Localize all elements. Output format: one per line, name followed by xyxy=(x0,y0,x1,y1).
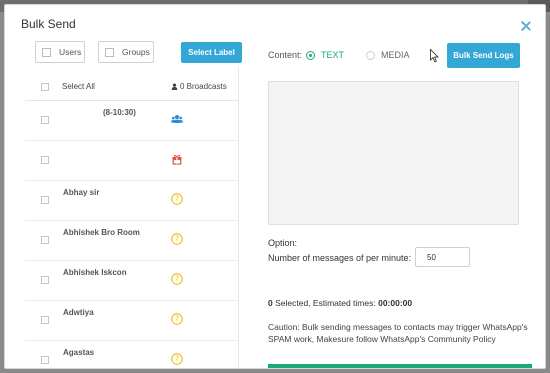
select-all-checkbox[interactable] xyxy=(41,83,49,91)
media-option-label[interactable]: MEDIA xyxy=(381,50,410,60)
help-circle-icon: ? xyxy=(171,313,183,325)
mouse-cursor-icon xyxy=(430,49,439,63)
group-icon xyxy=(171,115,183,123)
row-checkbox[interactable] xyxy=(41,156,49,164)
message-textarea[interactable] xyxy=(268,81,519,225)
content-label: Content: xyxy=(268,50,303,60)
svg-text:?: ? xyxy=(175,355,179,364)
list-item[interactable]: Adwtiya ? xyxy=(25,301,238,341)
select-all-label: Select All xyxy=(62,82,95,91)
gift-icon xyxy=(172,154,182,165)
estimated-time: 00:00:00 xyxy=(378,298,413,308)
content-type-selector: Content: TEXT MEDIA xyxy=(268,50,410,60)
list-item[interactable]: (8-10:30) xyxy=(25,101,238,141)
modal-title: Bulk Send xyxy=(21,17,76,31)
contact-name: Agastas xyxy=(63,348,95,357)
svg-text:?: ? xyxy=(175,315,179,324)
users-checkbox[interactable] xyxy=(42,47,51,57)
list-item[interactable]: Agastas ? xyxy=(25,341,238,368)
svg-text:?: ? xyxy=(175,195,179,204)
svg-text:?: ? xyxy=(175,275,179,284)
list-item[interactable]: Abhay sir ? xyxy=(25,181,238,221)
contact-name: Abhishek Iskcon xyxy=(63,268,127,277)
help-circle-icon: ? xyxy=(171,233,183,245)
select-label-button[interactable]: Select Label xyxy=(181,42,242,63)
help-circle-icon: ? xyxy=(171,193,183,205)
list-item[interactable]: Abhishek Bro Room ? xyxy=(25,221,238,261)
broadcasts-count: 0 Broadcasts xyxy=(171,82,227,91)
bulk-send-modal: Bulk Send Users Groups Select Label Sele… xyxy=(4,4,546,369)
list-header: Select All 0 Broadcasts xyxy=(25,67,238,101)
contact-name: Abhishek Bro Room xyxy=(63,228,140,237)
option-title: Option: xyxy=(268,238,298,248)
users-filter-label: Users xyxy=(59,47,82,57)
user-icon xyxy=(171,83,178,90)
row-checkbox[interactable] xyxy=(41,356,49,364)
selection-summary: 0 Selected, Estimated times: 00:00:00 xyxy=(268,298,412,308)
row-checkbox[interactable] xyxy=(41,316,49,324)
caution-text: Caution: Bulk sending messages to contac… xyxy=(268,322,528,344)
list-item[interactable] xyxy=(25,141,238,181)
row-checkbox[interactable] xyxy=(41,116,49,124)
broadcasts-label: 0 Broadcasts xyxy=(180,82,227,91)
media-radio[interactable] xyxy=(366,50,376,60)
close-icon[interactable] xyxy=(521,21,531,31)
contact-name: Abhay sir xyxy=(63,188,100,197)
text-radio[interactable] xyxy=(306,50,316,60)
text-option-label[interactable]: TEXT xyxy=(321,50,344,60)
help-circle-icon: ? xyxy=(171,353,183,365)
send-button[interactable] xyxy=(268,364,532,368)
contact-name: Adwtiya xyxy=(63,308,94,317)
help-circle-icon: ? xyxy=(171,273,183,285)
groups-checkbox[interactable] xyxy=(105,47,114,57)
contact-name: (8-10:30) xyxy=(103,108,136,117)
groups-filter-button[interactable]: Groups xyxy=(98,41,154,63)
contact-list[interactable]: Select All 0 Broadcasts (8-10:30) Abhay … xyxy=(25,67,239,368)
selected-text: Selected, Estimated times: xyxy=(272,298,379,308)
groups-filter-label: Groups xyxy=(122,47,150,57)
row-checkbox[interactable] xyxy=(41,276,49,284)
row-checkbox[interactable] xyxy=(41,236,49,244)
svg-text:?: ? xyxy=(175,235,179,244)
row-checkbox[interactable] xyxy=(41,196,49,204)
users-filter-button[interactable]: Users xyxy=(35,41,85,63)
per-minute-label: Number of messages of per minute: xyxy=(268,253,412,263)
bulk-send-logs-button[interactable]: Bulk Send Logs xyxy=(447,43,520,68)
per-minute-input[interactable]: 50 xyxy=(415,247,470,267)
list-item[interactable]: Abhishek Iskcon ? xyxy=(25,261,238,301)
